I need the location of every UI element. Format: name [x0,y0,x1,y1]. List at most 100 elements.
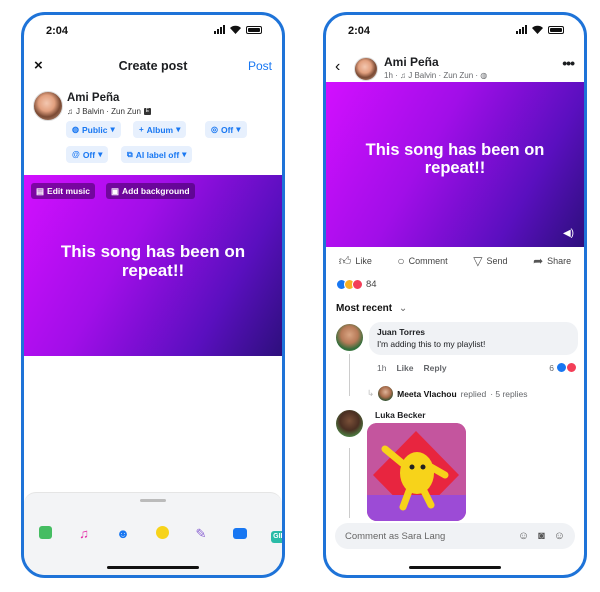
ai-label-icon: ⧉ [127,149,133,159]
sort-label: Most recent [336,303,393,314]
music-icon[interactable]: ♫ [76,526,92,542]
chip-label: Off [82,149,96,160]
post-composer-media: ▤ Edit music ▣ Add background This song … [24,175,282,356]
chip-label: AI label off [135,149,180,160]
comment-author[interactable]: Luka Becker [375,410,426,420]
music-icon: ▤ [36,185,45,196]
instagram-icon: ◎ [211,125,218,134]
reply-action: replied [460,388,487,399]
chevron-down-icon: ▾ [110,124,115,134]
comment-reply-button[interactable]: Reply [423,363,446,373]
song-label: J Balvin · Zun Zun [76,107,141,116]
signal-icon [214,25,225,34]
comment-author[interactable]: Juan Torres [377,327,570,337]
wifi-icon [230,25,241,34]
attachment-sheet: ♫ ☻ ✎ GIF [24,492,282,575]
reaction-summary[interactable]: 84 [336,279,377,290]
author-name: Ami Peña [67,92,120,104]
comment-icon: ○ [397,254,405,268]
sheet-grabber[interactable] [140,499,166,502]
feed-post-phone: 2:04 ‹ Ami Peña 1h · ♫ J Balvin · Zun Zu… [323,12,587,578]
image-icon: ▣ [111,185,120,196]
pencil-icon[interactable]: ✎ [193,526,209,542]
avatar [378,386,394,401]
home-indicator [107,566,199,569]
song-info: ♫ J Balvin · Zun Zun E [67,107,151,116]
chevron-down-icon: ▾ [98,149,103,159]
page-title: Create post [118,59,188,73]
avatar[interactable] [354,57,378,81]
post-text: This song has been on repeat!! [365,141,545,178]
share-button[interactable]: ➦ Share [533,254,571,268]
threads-chip[interactable]: @ Off ▾ [66,146,109,163]
comment-sort-dropdown[interactable]: Most recent ⌄ [336,303,407,314]
chip-label: Off [220,124,234,135]
comment-input-icons: ☺ ◙ ☺ [518,530,565,542]
volume-icon[interactable]: ◀) [563,228,574,239]
create-post-phone: 2:04 × Create post Post Ami Peña ♫ J Bal… [21,12,285,578]
add-background-button[interactable]: ▣ Add background [106,183,195,199]
share-icon: ➦ [533,254,544,268]
comment-label: Comment [408,256,448,266]
tag-people-icon[interactable]: ☻ [115,526,131,542]
home-indicator [409,566,501,569]
chevron-down-icon: ▾ [236,124,241,134]
comment-reactions[interactable]: 6 [549,362,577,373]
avatar[interactable] [336,324,363,351]
back-icon[interactable]: ‹ [335,58,340,76]
gif-icon[interactable]: GIF [269,526,282,543]
globe-icon: ◍ [480,71,488,80]
thread-line [349,448,350,518]
plus-icon: + [139,125,144,134]
more-options-icon[interactable]: ••• [562,55,575,71]
emoji-icon[interactable]: ☺ [554,530,565,542]
post-text[interactable]: This song has been on repeat!! [34,242,272,280]
avatar-sticker-icon[interactable]: ☺ [518,530,529,542]
explicit-badge: E [143,108,151,115]
avatar[interactable] [336,410,363,437]
ai-label-chip[interactable]: ⧉ AI label off ▾ [121,146,193,163]
threads-icon: @ [72,150,80,159]
author-name[interactable]: Ami Peña [384,55,439,69]
photo-icon[interactable] [37,526,53,542]
create-post-header: × Create post Post [24,51,282,79]
love-reaction-icon [566,362,577,373]
chevron-down-icon: ⌄ [398,303,408,314]
feeling-icon[interactable] [154,526,170,542]
status-icons [516,25,564,34]
gif-label: GIF [271,531,282,543]
comment-bubble[interactable]: Juan Torres I'm adding this to my playli… [369,322,578,355]
album-chip[interactable]: + Album ▾ [133,121,187,138]
comment-button[interactable]: ○ Comment [397,254,447,268]
love-reaction-icon [352,279,363,290]
replies-summary[interactable]: ↳ Meeta Vlachou replied · 5 replies [367,386,528,401]
camera-icon[interactable]: ◙ [538,530,545,542]
status-bar: 2:04 [326,15,584,49]
comment-text: I'm adding this to my playlist! [377,339,486,349]
send-button[interactable]: ▽ Send [473,254,507,268]
comment-like-button[interactable]: Like [396,363,413,373]
comment-time: 1h [377,363,387,373]
reaction-count: 84 [366,279,377,290]
edit-music-button[interactable]: ▤ Edit music [31,183,96,199]
chip-label: Album [146,124,174,135]
dancing-character-icon [367,423,466,521]
post-media[interactable]: This song has been on repeat!! ◀) [326,82,584,247]
thumbs-up-icon: 👍︎ [338,253,352,268]
reply-author: Meeta Vlachou [397,388,457,399]
instagram-chip[interactable]: ◎ Off ▾ [205,121,247,138]
status-time: 2:04 [348,25,371,37]
like-label: Like [355,256,372,266]
reply-arrow-icon: ↳ [367,388,375,398]
sticker-image[interactable] [367,423,466,521]
audience-chip[interactable]: ◍ Public ▾ [66,121,121,138]
battery-icon [246,25,262,34]
comment-placeholder: Comment as Sara Lang [345,530,446,542]
send-label: Send [486,256,508,266]
signal-icon [516,25,527,34]
camera-icon[interactable] [232,526,248,542]
comment-input[interactable]: Comment as Sara Lang ☺ ◙ ☺ [335,523,575,549]
post-button[interactable]: Post [248,59,272,73]
like-button[interactable]: 👍︎ Like [339,254,372,269]
add-background-label: Add background [122,186,190,196]
